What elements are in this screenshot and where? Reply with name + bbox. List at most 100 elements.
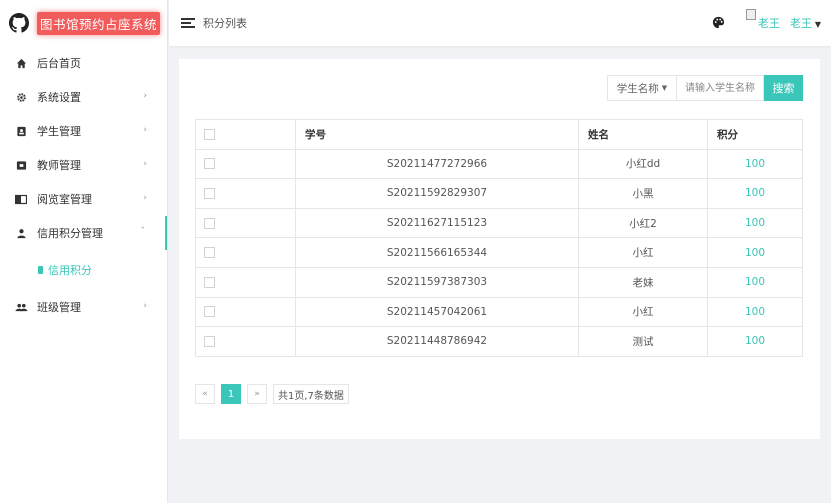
sidebar-item-students[interactable]: 学生管理 ›: [0, 114, 167, 148]
table-row[interactable]: S20211597387303 老妹 100: [195, 266, 803, 298]
pagination: « 1 » 共1页,7条数据: [195, 384, 355, 404]
student-id: S20211448786942: [295, 326, 579, 357]
github-icon[interactable]: [9, 13, 29, 33]
chevron-down-icon: ˇ: [140, 227, 146, 237]
table-row[interactable]: S20211477272966 小红dd 100: [195, 148, 803, 180]
app-title: 图书馆预约占座系统: [37, 11, 161, 35]
next-page-button[interactable]: »: [247, 384, 267, 404]
chevron-right-icon: ›: [143, 125, 147, 135]
sidebar-item-label: 后台首页: [37, 57, 81, 70]
sidebar-item-label: 班级管理: [37, 301, 81, 314]
chevron-right-icon: ›: [143, 301, 147, 311]
top-header: 积分列表 老王 老王 ▼: [169, 0, 831, 46]
checkbox[interactable]: [204, 158, 215, 170]
sidebar-item-classes[interactable]: 班级管理 ›: [0, 290, 167, 324]
table-row[interactable]: S20211457042061 小红 100: [195, 296, 803, 328]
search-field-select[interactable]: 学生名称 ▼: [607, 75, 676, 101]
column-header[interactable]: 学号: [295, 119, 579, 150]
credit-score: 100: [707, 266, 803, 298]
sidebar-item-label: 学生管理: [37, 125, 81, 138]
select-value: 学生名称: [616, 82, 659, 95]
student-id: S20211477272966: [295, 148, 579, 180]
caret-down-icon: ▼: [814, 20, 821, 29]
sidebar-item-label: 信用积分管理: [37, 227, 103, 240]
checkbox[interactable]: [204, 128, 215, 140]
row-select-cell: [195, 326, 296, 357]
header-select-all[interactable]: [195, 119, 296, 150]
student-name: 小红: [578, 237, 708, 268]
table-row[interactable]: S20211448786942 测试 100: [195, 326, 803, 357]
checkbox[interactable]: [204, 247, 215, 259]
avatar-alt-text: 老王: [757, 17, 780, 30]
id-badge-icon: [14, 124, 28, 138]
bullet-icon: [38, 266, 43, 274]
student-name: 小红2: [578, 207, 708, 239]
search-input[interactable]: [676, 75, 764, 101]
table-header-row: 学号 姓名 积分: [195, 119, 803, 150]
checkbox[interactable]: [204, 306, 215, 318]
user-name: 老王: [789, 17, 812, 30]
checkbox[interactable]: [204, 276, 215, 288]
student-id: S20211566165344: [295, 237, 579, 268]
row-select-cell: [195, 148, 296, 180]
gear-icon: [14, 90, 28, 104]
student-name: 小黑: [578, 178, 708, 209]
sidebar-item-label: 阅览室管理: [37, 193, 92, 206]
student-name: 小红: [578, 296, 708, 328]
prev-page-button[interactable]: «: [195, 384, 215, 404]
page-title: 积分列表: [203, 17, 247, 30]
credit-score: 100: [707, 178, 803, 209]
home-icon: [14, 56, 28, 70]
credit-score: 100: [707, 237, 803, 268]
sidebar-item-label: 系统设置: [37, 91, 81, 104]
pagination-info: 共1页,7条数据: [273, 384, 349, 404]
student-name: 测试: [578, 326, 708, 357]
checkbox[interactable]: [204, 187, 215, 199]
sidebar-item-credit[interactable]: 信用积分管理 ˇ: [0, 216, 167, 250]
table-row[interactable]: S20211627115123 小红2 100: [195, 207, 803, 239]
search-button[interactable]: 搜索: [764, 75, 803, 101]
chevron-right-icon: ›: [143, 159, 147, 169]
chevron-right-icon: ›: [143, 193, 147, 203]
book-icon: [14, 192, 28, 206]
column-header[interactable]: 积分: [707, 119, 803, 150]
search-bar: 学生名称▼ 搜索: [607, 75, 803, 101]
credit-score: 100: [707, 326, 803, 357]
credit-score: 100: [707, 296, 803, 328]
row-select-cell: [195, 237, 296, 268]
palette-icon[interactable]: [712, 16, 726, 30]
sidebar-subitem-credit-points[interactable]: 信用积分: [0, 250, 167, 290]
student-name: 老妹: [578, 266, 708, 298]
menu-toggle-icon[interactable]: [181, 18, 195, 28]
sidebar: 图书馆预约占座系统 后台首页 系统设置 › 学生管理 › 教师管理 › 阅览室管…: [0, 0, 168, 503]
sidebar-item-home[interactable]: 后台首页: [0, 46, 167, 80]
credit-table: 学号 姓名 积分 S20211477272966 小红dd 100 S20211…: [195, 119, 803, 357]
table-row[interactable]: S20211566165344 小红 100: [195, 237, 803, 268]
credit-score: 100: [707, 148, 803, 180]
row-select-cell: [195, 296, 296, 328]
content-card: 学生名称▼ 搜索 学号 姓名 积分 S20211477272966 小红dd 1…: [179, 59, 820, 439]
student-id: S20211592829307: [295, 178, 579, 209]
avatar[interactable]: 老王: [745, 9, 786, 33]
sidebar-item-reading-rooms[interactable]: 阅览室管理 ›: [0, 182, 167, 216]
credit-score: 100: [707, 207, 803, 239]
row-select-cell: [195, 266, 296, 298]
brand: 图书馆预约占座系统: [0, 0, 167, 46]
page-number-button[interactable]: 1: [221, 384, 241, 404]
checkbox[interactable]: [204, 217, 215, 229]
student-id: S20211597387303: [295, 266, 579, 298]
user-menu[interactable]: 老王 ▼: [790, 15, 821, 31]
chevron-right-icon: ›: [143, 91, 147, 101]
sidebar-item-teachers[interactable]: 教师管理 ›: [0, 148, 167, 182]
checkbox[interactable]: [204, 335, 215, 347]
sidebar-menu: 后台首页 系统设置 › 学生管理 › 教师管理 › 阅览室管理 › 信用积分管理…: [0, 46, 167, 324]
table-row[interactable]: S20211592829307 小黑 100: [195, 178, 803, 209]
broken-image-icon: [745, 9, 756, 20]
caret-down-icon: ▼: [661, 84, 668, 92]
users-icon: [14, 300, 28, 314]
user-icon: [14, 226, 28, 240]
column-header[interactable]: 姓名: [578, 119, 708, 150]
header-right: 老王 老王 ▼: [712, 0, 821, 46]
sidebar-item-settings[interactable]: 系统设置 ›: [0, 80, 167, 114]
student-id: S20211627115123: [295, 207, 579, 239]
